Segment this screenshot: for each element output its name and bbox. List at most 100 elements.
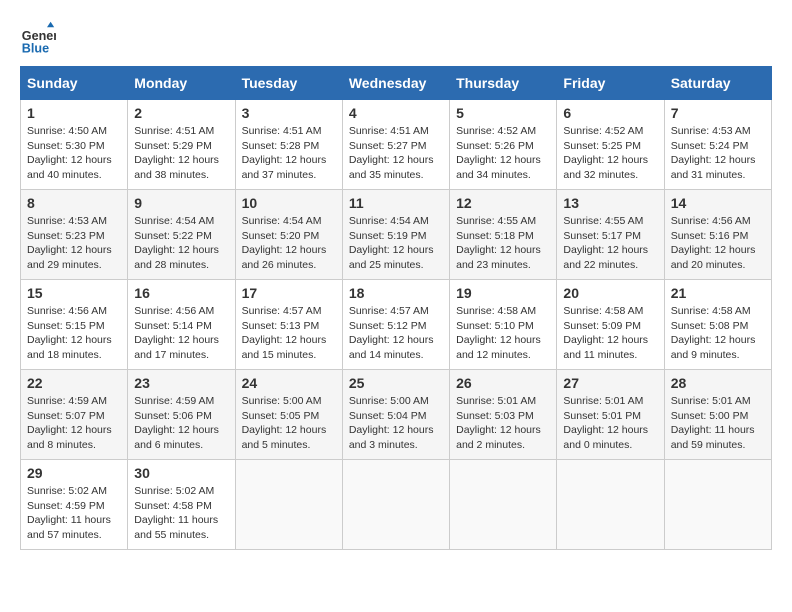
day-detail: Sunrise: 5:01 AMSunset: 5:03 PMDaylight:…	[456, 394, 550, 453]
calendar-cell: 16 Sunrise: 4:56 AMSunset: 5:14 PMDaylig…	[128, 280, 235, 370]
day-detail: Sunrise: 4:53 AMSunset: 5:24 PMDaylight:…	[671, 124, 765, 183]
calendar-cell: 13 Sunrise: 4:55 AMSunset: 5:17 PMDaylig…	[557, 190, 664, 280]
calendar-cell: 8 Sunrise: 4:53 AMSunset: 5:23 PMDayligh…	[21, 190, 128, 280]
day-number: 12	[456, 195, 550, 211]
day-detail: Sunrise: 4:58 AMSunset: 5:09 PMDaylight:…	[563, 304, 657, 363]
day-number: 25	[349, 375, 443, 391]
calendar-cell: 24 Sunrise: 5:00 AMSunset: 5:05 PMDaylig…	[235, 370, 342, 460]
day-number: 16	[134, 285, 228, 301]
day-header-monday: Monday	[128, 67, 235, 100]
calendar-cell: 25 Sunrise: 5:00 AMSunset: 5:04 PMDaylig…	[342, 370, 449, 460]
calendar-cell: 10 Sunrise: 4:54 AMSunset: 5:20 PMDaylig…	[235, 190, 342, 280]
calendar-cell: 26 Sunrise: 5:01 AMSunset: 5:03 PMDaylig…	[450, 370, 557, 460]
day-number: 28	[671, 375, 765, 391]
day-detail: Sunrise: 4:54 AMSunset: 5:22 PMDaylight:…	[134, 214, 228, 273]
calendar-cell: 30 Sunrise: 5:02 AMSunset: 4:58 PMDaylig…	[128, 460, 235, 550]
calendar-cell: 21 Sunrise: 4:58 AMSunset: 5:08 PMDaylig…	[664, 280, 771, 370]
page-header: General Blue	[20, 20, 772, 56]
day-detail: Sunrise: 4:57 AMSunset: 5:13 PMDaylight:…	[242, 304, 336, 363]
day-detail: Sunrise: 5:02 AMSunset: 4:59 PMDaylight:…	[27, 484, 121, 543]
day-number: 17	[242, 285, 336, 301]
day-detail: Sunrise: 4:51 AMSunset: 5:27 PMDaylight:…	[349, 124, 443, 183]
day-detail: Sunrise: 4:55 AMSunset: 5:18 PMDaylight:…	[456, 214, 550, 273]
day-detail: Sunrise: 4:52 AMSunset: 5:26 PMDaylight:…	[456, 124, 550, 183]
calendar-week-row: 29 Sunrise: 5:02 AMSunset: 4:59 PMDaylig…	[21, 460, 772, 550]
day-number: 14	[671, 195, 765, 211]
calendar-cell: 9 Sunrise: 4:54 AMSunset: 5:22 PMDayligh…	[128, 190, 235, 280]
day-detail: Sunrise: 4:59 AMSunset: 5:06 PMDaylight:…	[134, 394, 228, 453]
calendar-header-row: SundayMondayTuesdayWednesdayThursdayFrid…	[21, 67, 772, 100]
day-number: 26	[456, 375, 550, 391]
day-detail: Sunrise: 4:56 AMSunset: 5:14 PMDaylight:…	[134, 304, 228, 363]
day-number: 8	[27, 195, 121, 211]
day-header-tuesday: Tuesday	[235, 67, 342, 100]
calendar-cell: 5 Sunrise: 4:52 AMSunset: 5:26 PMDayligh…	[450, 100, 557, 190]
calendar-cell: 18 Sunrise: 4:57 AMSunset: 5:12 PMDaylig…	[342, 280, 449, 370]
day-detail: Sunrise: 4:56 AMSunset: 5:16 PMDaylight:…	[671, 214, 765, 273]
calendar-week-row: 1 Sunrise: 4:50 AMSunset: 5:30 PMDayligh…	[21, 100, 772, 190]
calendar-cell	[664, 460, 771, 550]
day-number: 24	[242, 375, 336, 391]
calendar-cell: 7 Sunrise: 4:53 AMSunset: 5:24 PMDayligh…	[664, 100, 771, 190]
day-number: 29	[27, 465, 121, 481]
calendar-cell	[342, 460, 449, 550]
calendar-table: SundayMondayTuesdayWednesdayThursdayFrid…	[20, 66, 772, 550]
day-detail: Sunrise: 4:54 AMSunset: 5:19 PMDaylight:…	[349, 214, 443, 273]
day-header-saturday: Saturday	[664, 67, 771, 100]
day-header-thursday: Thursday	[450, 67, 557, 100]
calendar-cell: 11 Sunrise: 4:54 AMSunset: 5:19 PMDaylig…	[342, 190, 449, 280]
calendar-week-row: 15 Sunrise: 4:56 AMSunset: 5:15 PMDaylig…	[21, 280, 772, 370]
day-detail: Sunrise: 4:50 AMSunset: 5:30 PMDaylight:…	[27, 124, 121, 183]
day-detail: Sunrise: 5:02 AMSunset: 4:58 PMDaylight:…	[134, 484, 228, 543]
day-number: 9	[134, 195, 228, 211]
day-number: 7	[671, 105, 765, 121]
calendar-cell: 22 Sunrise: 4:59 AMSunset: 5:07 PMDaylig…	[21, 370, 128, 460]
day-number: 27	[563, 375, 657, 391]
day-number: 30	[134, 465, 228, 481]
day-number: 2	[134, 105, 228, 121]
calendar-cell: 4 Sunrise: 4:51 AMSunset: 5:27 PMDayligh…	[342, 100, 449, 190]
calendar-cell: 15 Sunrise: 4:56 AMSunset: 5:15 PMDaylig…	[21, 280, 128, 370]
calendar-cell	[235, 460, 342, 550]
day-detail: Sunrise: 4:58 AMSunset: 5:10 PMDaylight:…	[456, 304, 550, 363]
day-detail: Sunrise: 5:01 AMSunset: 5:00 PMDaylight:…	[671, 394, 765, 453]
calendar-body: 1 Sunrise: 4:50 AMSunset: 5:30 PMDayligh…	[21, 100, 772, 550]
day-number: 11	[349, 195, 443, 211]
day-detail: Sunrise: 4:53 AMSunset: 5:23 PMDaylight:…	[27, 214, 121, 273]
day-number: 22	[27, 375, 121, 391]
calendar-cell: 28 Sunrise: 5:01 AMSunset: 5:00 PMDaylig…	[664, 370, 771, 460]
day-header-sunday: Sunday	[21, 67, 128, 100]
svg-text:Blue: Blue	[22, 41, 49, 55]
calendar-cell: 23 Sunrise: 4:59 AMSunset: 5:06 PMDaylig…	[128, 370, 235, 460]
day-detail: Sunrise: 4:52 AMSunset: 5:25 PMDaylight:…	[563, 124, 657, 183]
calendar-cell: 17 Sunrise: 4:57 AMSunset: 5:13 PMDaylig…	[235, 280, 342, 370]
day-detail: Sunrise: 4:55 AMSunset: 5:17 PMDaylight:…	[563, 214, 657, 273]
day-detail: Sunrise: 4:59 AMSunset: 5:07 PMDaylight:…	[27, 394, 121, 453]
calendar-cell: 27 Sunrise: 5:01 AMSunset: 5:01 PMDaylig…	[557, 370, 664, 460]
calendar-cell	[557, 460, 664, 550]
day-number: 19	[456, 285, 550, 301]
calendar-cell: 14 Sunrise: 4:56 AMSunset: 5:16 PMDaylig…	[664, 190, 771, 280]
day-detail: Sunrise: 4:51 AMSunset: 5:28 PMDaylight:…	[242, 124, 336, 183]
calendar-cell: 6 Sunrise: 4:52 AMSunset: 5:25 PMDayligh…	[557, 100, 664, 190]
day-number: 4	[349, 105, 443, 121]
day-number: 3	[242, 105, 336, 121]
calendar-cell: 19 Sunrise: 4:58 AMSunset: 5:10 PMDaylig…	[450, 280, 557, 370]
day-number: 18	[349, 285, 443, 301]
logo: General Blue	[20, 20, 56, 56]
day-number: 21	[671, 285, 765, 301]
day-number: 13	[563, 195, 657, 211]
day-header-wednesday: Wednesday	[342, 67, 449, 100]
calendar-cell: 29 Sunrise: 5:02 AMSunset: 4:59 PMDaylig…	[21, 460, 128, 550]
calendar-cell: 12 Sunrise: 4:55 AMSunset: 5:18 PMDaylig…	[450, 190, 557, 280]
day-detail: Sunrise: 4:54 AMSunset: 5:20 PMDaylight:…	[242, 214, 336, 273]
day-number: 6	[563, 105, 657, 121]
day-detail: Sunrise: 4:56 AMSunset: 5:15 PMDaylight:…	[27, 304, 121, 363]
day-number: 10	[242, 195, 336, 211]
day-detail: Sunrise: 4:57 AMSunset: 5:12 PMDaylight:…	[349, 304, 443, 363]
day-number: 20	[563, 285, 657, 301]
day-number: 23	[134, 375, 228, 391]
calendar-cell: 20 Sunrise: 4:58 AMSunset: 5:09 PMDaylig…	[557, 280, 664, 370]
calendar-cell: 1 Sunrise: 4:50 AMSunset: 5:30 PMDayligh…	[21, 100, 128, 190]
calendar-cell	[450, 460, 557, 550]
